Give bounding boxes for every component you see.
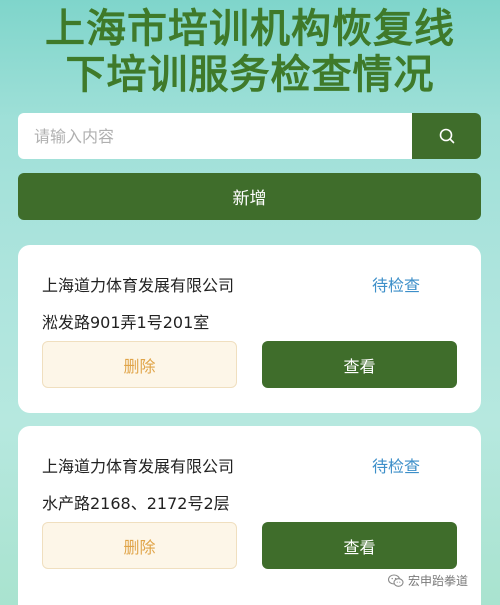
company-name: 上海道力体育发展有限公司 bbox=[42, 457, 235, 476]
search-bar bbox=[18, 113, 481, 159]
search-input[interactable] bbox=[18, 113, 412, 159]
watermark-text: 宏申跆拳道 bbox=[408, 574, 469, 588]
delete-button[interactable]: 删除 bbox=[42, 522, 237, 569]
status-link[interactable]: 待检查 bbox=[372, 453, 420, 477]
company-address: 淞发路901弄1号201室 bbox=[42, 313, 210, 332]
page-title-line-1: 上海市培训机构恢复线 bbox=[45, 6, 455, 52]
watermark: 宏申跆拳道 bbox=[388, 572, 468, 589]
search-button[interactable] bbox=[412, 113, 481, 159]
delete-button[interactable]: 删除 bbox=[42, 341, 237, 388]
search-icon bbox=[439, 128, 454, 144]
page-title: 上海市培训机构恢复线 下培训服务检查情况 bbox=[0, 6, 500, 98]
status-link[interactable]: 待检查 bbox=[372, 272, 420, 296]
wechat-icon bbox=[388, 573, 404, 587]
view-button[interactable]: 查看 bbox=[262, 341, 457, 388]
view-button[interactable]: 查看 bbox=[262, 522, 457, 569]
add-button[interactable]: 新增 bbox=[18, 173, 481, 220]
page-title-line-2: 下培训服务检查情况 bbox=[65, 52, 435, 98]
inspection-card: 上海道力体育发展有限公司 待检查 淞发路901弄1号201室 删除 查看 bbox=[18, 245, 481, 413]
company-address: 水产路2168、2172号2层 bbox=[42, 494, 230, 513]
company-name: 上海道力体育发展有限公司 bbox=[42, 276, 235, 295]
